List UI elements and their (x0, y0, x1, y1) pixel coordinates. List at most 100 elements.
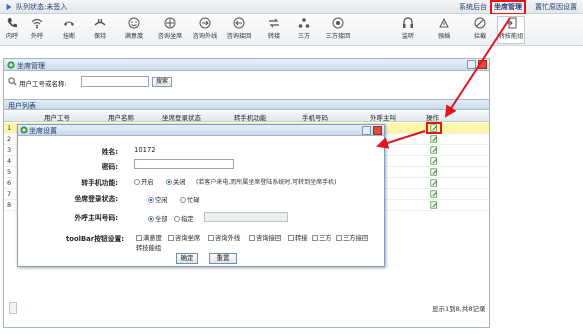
three-way-icon (298, 18, 310, 28)
barge-in-icon (439, 17, 449, 28)
edit-icon[interactable] (430, 157, 438, 165)
column-login-status[interactable]: 坐席登录状态 (162, 112, 201, 122)
ok-button[interactable]: 确定 (176, 253, 198, 264)
toolbar-label: 三方 (297, 33, 311, 40)
dialog-close-button[interactable] (373, 126, 382, 135)
toolbar-intercept-button[interactable]: 拦截 (468, 17, 492, 40)
login-status-label: 坐席登录状态: (74, 195, 119, 203)
toolbar-label: 咨询外线 (192, 33, 218, 40)
option-label: 转技能组 (136, 245, 162, 252)
caller-specified-label: 指定 (181, 216, 194, 223)
edit-icon[interactable] (430, 146, 438, 154)
toolbar-outbound-call-button[interactable]: 外呼 (25, 17, 49, 40)
toolbar-option-consult-return[interactable]: 咨询接回 (249, 233, 281, 242)
option-label: 三方 (319, 235, 332, 242)
signal-icon (31, 18, 43, 29)
search-label: 用户工号或名称: (19, 80, 67, 88)
toolbar-label: 三方接回 (325, 33, 351, 40)
edit-icon[interactable] (430, 135, 438, 143)
toolbar-label: 保持 (93, 33, 107, 40)
toolbar-hangup-button[interactable]: 挂断 (57, 17, 81, 40)
checkbox-icon (249, 235, 255, 241)
toolbar-satisfaction-button[interactable]: 满意度 (120, 17, 148, 40)
hangup-icon (64, 21, 74, 26)
toolbar-consult-agent-button[interactable]: 咨询坐席 (154, 17, 186, 40)
top-bar: 队列状态:未签入 系统后台 坐席管理 置忙原因设置 (0, 0, 583, 15)
checkbox-icon (312, 235, 318, 241)
agent-management-link[interactable]: 坐席管理 (490, 0, 526, 15)
row-number: 8 (7, 201, 12, 209)
password-label: 密码: (101, 163, 118, 171)
toolbar-option-three-way[interactable]: 三方 (312, 233, 332, 242)
toolbar-internal-call-button[interactable]: 内呼 (0, 17, 24, 40)
toolbar-three-way-return-button[interactable]: 三方接回 (322, 17, 354, 40)
edit-icon[interactable] (430, 201, 438, 209)
forward-on-label: 开启 (141, 179, 154, 186)
toolbar-label: 咨询坐席 (157, 33, 183, 40)
status-arrow-icon (6, 3, 12, 11)
toolbar-consult-external-button[interactable]: 咨询外线 (189, 17, 221, 40)
busy-reason-settings-link[interactable]: 置忙原因设置 (535, 2, 577, 12)
toolbar-label: 监听 (401, 33, 415, 40)
checkbox-icon (336, 235, 342, 241)
search-button[interactable]: 搜索 (152, 77, 172, 87)
column-mobile-number[interactable]: 手机号码 (302, 112, 328, 122)
phone-icon (7, 18, 18, 28)
password-field[interactable] (134, 159, 234, 169)
column-user-id[interactable]: 用户工号 (44, 112, 70, 122)
forward-off-label: 关闭 (173, 179, 186, 186)
row-number: 1 (7, 124, 12, 132)
dialog-header: 坐席设置 (18, 125, 384, 136)
toolbar-option-transfer-skill-group[interactable]: 转技能组 (136, 243, 161, 252)
queue-status-text: 队列状态:未签入 (16, 3, 68, 11)
column-outbound-caller[interactable]: 外呼主叫 (370, 112, 396, 122)
toolbar-hold-button[interactable]: 保持 (88, 17, 112, 40)
caller-number-input[interactable] (204, 212, 288, 222)
search-input[interactable] (81, 76, 149, 87)
edit-icon[interactable] (430, 168, 438, 176)
toolbar-option-consult-external[interactable]: 咨询外线 (208, 233, 240, 242)
minimize-button[interactable] (467, 60, 476, 69)
login-busy-radio[interactable]: 忙碌 (180, 195, 200, 204)
reset-button[interactable]: 重置 (209, 253, 237, 264)
toolbar-label: 内呼 (5, 33, 19, 40)
add-icon (7, 61, 15, 69)
forward-off-radio[interactable]: 关闭 (166, 177, 186, 186)
toolbar-option-consult-agent[interactable]: 咨询坐席 (168, 233, 200, 242)
name-label: 姓名: (101, 148, 118, 156)
option-label: 转接 (295, 235, 308, 242)
edit-icon[interactable] (430, 190, 438, 198)
consult-external-icon (199, 17, 211, 29)
transfer-icon (269, 18, 279, 28)
name-value: 10172 (134, 146, 156, 154)
column-forward-to-mobile[interactable]: 转手机功能 (234, 112, 267, 122)
toolbar-option-three-way-return[interactable]: 三方接回 (336, 233, 368, 242)
toolbar-barge-in-button[interactable]: 强插 (432, 17, 456, 40)
edit-icon[interactable] (430, 179, 438, 187)
close-button[interactable] (478, 60, 487, 69)
system-backend-link[interactable]: 系统后台 (459, 2, 487, 12)
hold-icon (94, 19, 106, 26)
toolbar-monitor-button[interactable]: 监听 (396, 17, 420, 40)
pager-first-button[interactable] (9, 302, 17, 314)
toolbar-option-satisfaction[interactable]: 满意度 (136, 233, 162, 242)
toolbar-three-way-button[interactable]: 三方 (292, 17, 316, 40)
toolbar-label: 挂断 (62, 33, 76, 40)
dialog-minimize-button[interactable] (362, 126, 371, 135)
grid-header: 用户工号 用户名称 坐席登录状态 转手机功能 手机号码 外呼主叫 操作 (4, 111, 489, 122)
option-label: 三方接回 (343, 235, 369, 242)
agent-settings-dialog: 坐席设置 姓名: 10172 密码: 转手机功能: 开启 关闭 (若客户来电,而… (17, 124, 385, 267)
caller-all-radio[interactable]: 全部 (148, 214, 168, 223)
row-number: 7 (7, 190, 12, 198)
column-user-name[interactable]: 用户名称 (108, 112, 134, 122)
login-idle-radio[interactable]: 空闲 (148, 195, 168, 204)
toolbar-transfer-skill-group-button[interactable]: 转技能组 (497, 16, 525, 44)
toolbar-transfer-button[interactable]: 转接 (262, 17, 286, 40)
caller-specified-radio[interactable]: 指定 (174, 214, 194, 223)
row-number: 5 (7, 168, 12, 176)
toolbar-option-transfer[interactable]: 转接 (288, 233, 308, 242)
toolbar-label: 转接 (267, 33, 281, 40)
row-number: 2 (7, 135, 12, 143)
toolbar-consult-return-button[interactable]: 咨询接回 (223, 17, 255, 40)
forward-on-radio[interactable]: 开启 (134, 177, 154, 186)
